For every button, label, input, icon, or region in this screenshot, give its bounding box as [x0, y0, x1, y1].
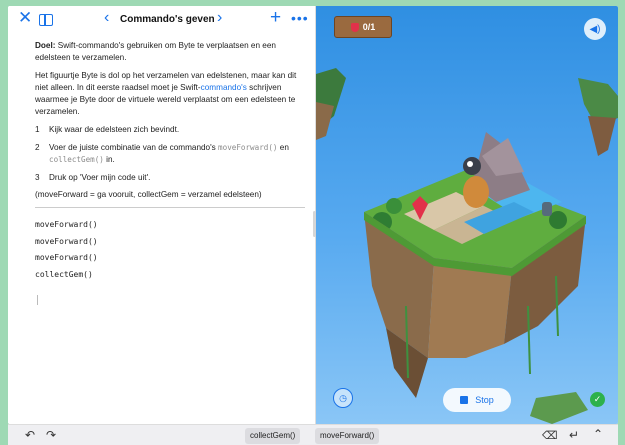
step-1: 1 Kijk waar de edelsteen zich bevindt. [35, 124, 297, 136]
goal-text: Swift-commando's gebruiken om Byte te ve… [35, 41, 276, 62]
step-text: Kijk waar de edelsteen zich bevindt. [49, 125, 180, 134]
legend: (moveForward = ga vooruit, collectGem = … [35, 190, 262, 199]
floating-island-right [578, 78, 618, 156]
page-title: Commando's geven [120, 14, 215, 25]
step-number: 1 [35, 125, 40, 134]
close-icon[interactable]: ✕ [18, 8, 32, 28]
step-text: en [277, 143, 289, 152]
puzzle-world [316, 68, 618, 424]
suggestion-collect-gem[interactable]: collectGem() [245, 428, 301, 444]
delete-icon[interactable]: ⌫ [542, 429, 558, 442]
code-keyword: collectGem() [49, 155, 104, 164]
intro-paragraph: Het figuurtje Byte is dol op het verzame… [35, 70, 297, 118]
keyboard-shortcut-bar: ↶ ↷ collectGem() moveForward() ⌫ ↵ ⌃ [8, 424, 618, 445]
stop-button[interactable]: Stop [443, 388, 511, 412]
instructions: Doel: Swift-commando's gebruiken om Byte… [8, 34, 315, 201]
floating-island-bottom [530, 392, 588, 424]
speed-icon[interactable]: ◷ [333, 388, 353, 408]
gem-count: 0/1 [362, 22, 376, 32]
editor-pane: ✕ ‹ Commando's geven › + ••• Doel: Swift… [8, 6, 316, 424]
code-editor[interactable]: moveForward() moveForward() moveForward(… [8, 208, 315, 305]
step-3: 3 Druk op 'Voer mijn code uit'. [35, 172, 297, 184]
stop-label: Stop [475, 395, 494, 405]
sidebar-icon[interactable] [39, 14, 53, 26]
chevron-left-icon[interactable]: ‹ [104, 9, 109, 27]
steps-list: 1 Kijk waar de edelsteen zich bevindt. 2… [35, 124, 297, 184]
checkmark-icon[interactable]: ✓ [590, 392, 605, 407]
step-number: 3 [35, 173, 40, 182]
toolbar: ✕ ‹ Commando's geven › + ••• [8, 6, 315, 34]
chevron-right-icon[interactable]: › [217, 9, 222, 27]
code-line[interactable]: moveForward() [35, 250, 315, 267]
goal-label: Doel: [35, 41, 56, 50]
redo-icon[interactable]: ↷ [46, 428, 56, 442]
floating-island-left [316, 68, 346, 140]
stop-icon [460, 396, 469, 404]
code-line[interactable]: collectGem() [35, 267, 315, 284]
code-line[interactable]: moveForward() [35, 217, 315, 234]
gem-icon [350, 22, 359, 32]
gem-counter: 0/1 [334, 16, 392, 38]
step-2: 2 Voer de juiste combinatie van de comma… [35, 142, 297, 166]
undo-icon[interactable]: ↶ [25, 428, 35, 442]
step-number: 2 [35, 143, 40, 152]
scene-pane: 0/1 ◀) ◷ Stop ✓ [316, 6, 618, 424]
return-icon[interactable]: ↵ [569, 428, 579, 442]
step-text: Voer de juiste combinatie van de command… [49, 143, 219, 152]
text-cursor [37, 295, 38, 305]
step-text: in. [103, 155, 115, 164]
code-keyword: moveForward() [218, 143, 278, 152]
suggestion-move-forward[interactable]: moveForward() [315, 428, 380, 444]
plus-icon[interactable]: + [270, 7, 281, 29]
commands-link[interactable]: commando's [201, 83, 247, 92]
chevron-up-icon[interactable]: ⌃ [593, 427, 603, 441]
app-window: ✕ ‹ Commando's geven › + ••• Doel: Swift… [8, 6, 618, 424]
goal-paragraph: Doel: Swift-commando's gebruiken om Byte… [35, 40, 297, 64]
character-on-right [542, 202, 552, 216]
speaker-icon[interactable]: ◀) [584, 18, 606, 40]
step-text: Druk op 'Voer mijn code uit'. [49, 173, 151, 182]
code-line[interactable]: moveForward() [35, 234, 315, 251]
more-icon[interactable]: ••• [291, 10, 309, 26]
